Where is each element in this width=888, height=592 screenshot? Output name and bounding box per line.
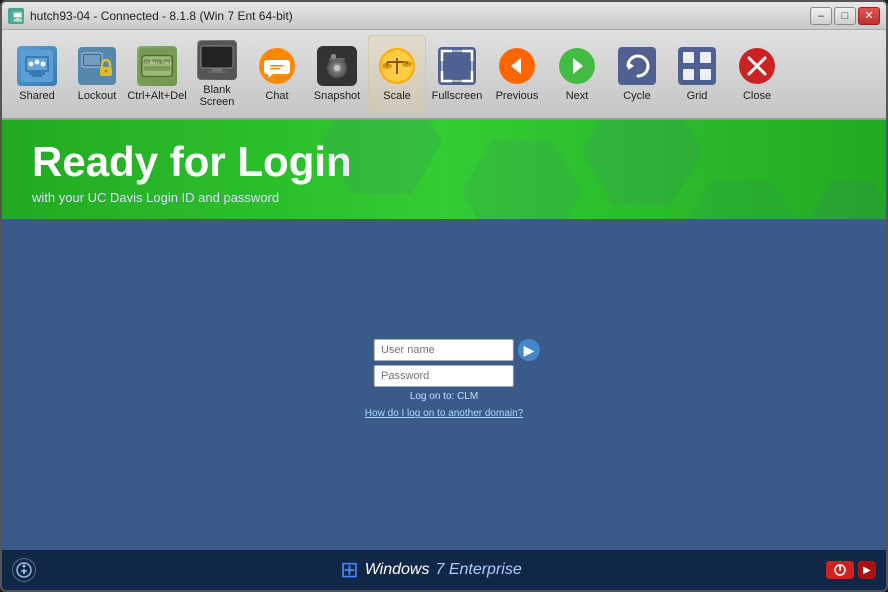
shared-icon xyxy=(17,46,57,86)
minimize-button[interactable]: – xyxy=(810,7,832,25)
username-wrapper: ▶ xyxy=(374,339,514,361)
toolbar-item-next[interactable]: Next xyxy=(548,35,606,113)
shutdown-button[interactable] xyxy=(826,561,854,579)
title-bar: 🖥 hutch93-04 - Connected - 8.1.8 (Win 7 … xyxy=(2,2,886,30)
maximize-button[interactable]: □ xyxy=(834,7,856,25)
taskbar-left xyxy=(12,558,36,582)
windows-version-text: Windows xyxy=(365,561,430,579)
cycle-icon xyxy=(617,46,657,86)
toolbar: Shared Lockout xyxy=(2,30,886,120)
scale-label: Scale xyxy=(383,90,411,102)
previous-label: Previous xyxy=(496,90,539,102)
toolbar-item-grid[interactable]: Grid xyxy=(668,35,726,113)
window-title: hutch93-04 - Connected - 8.1.8 (Win 7 En… xyxy=(30,9,804,23)
chat-icon xyxy=(257,46,297,86)
toolbar-item-chat[interactable]: Chat xyxy=(248,35,306,113)
toolbar-item-fullscreen[interactable]: Fullscreen xyxy=(428,35,486,113)
toolbar-item-lockout[interactable]: Lockout xyxy=(68,35,126,113)
taskbar-right: ▶ xyxy=(826,561,876,579)
toolbar-item-previous[interactable]: Previous xyxy=(488,35,546,113)
close-button[interactable]: ✕ xyxy=(858,7,880,25)
previous-icon xyxy=(497,46,537,86)
svg-text:Alt: Alt xyxy=(153,60,160,65)
lockout-icon xyxy=(77,46,117,86)
login-domain-text: Log on to: CLM xyxy=(410,391,478,402)
chat-label: Chat xyxy=(265,90,288,102)
ctrl-alt-del-icon: Ctrl Alt Del xyxy=(137,46,177,86)
next-icon xyxy=(557,46,597,86)
login-form: ▶ Log on to: CLM How do I log on to anot… xyxy=(365,339,523,419)
next-label: Next xyxy=(566,90,589,102)
scale-icon xyxy=(377,46,417,86)
windows-taskbar: ⊞ Windows 7 Enterprise ▶ xyxy=(2,550,886,590)
close-icon xyxy=(737,46,777,86)
taskbar-center: ⊞ Windows 7 Enterprise xyxy=(340,557,521,583)
ctrl-alt-del-label: Ctrl+Alt+Del xyxy=(127,90,186,102)
username-input[interactable] xyxy=(374,339,514,361)
main-window: 🖥 hutch93-04 - Connected - 8.1.8 (Win 7 … xyxy=(0,0,888,592)
login-submit-button[interactable]: ▶ xyxy=(518,339,540,361)
grid-label: Grid xyxy=(687,90,708,102)
toolbar-item-scale[interactable]: Scale xyxy=(368,35,426,113)
snapshot-label: Snapshot xyxy=(314,90,360,102)
shared-label: Shared xyxy=(19,90,54,102)
windows-edition-text: 7 Enterprise xyxy=(435,561,521,579)
ease-of-access-button[interactable] xyxy=(12,558,36,582)
window-controls: – □ ✕ xyxy=(810,7,880,25)
snapshot-icon xyxy=(317,46,357,86)
close-label: Close xyxy=(743,90,771,102)
svg-text:🖥: 🖥 xyxy=(12,12,22,22)
toolbar-item-shared[interactable]: Shared xyxy=(8,35,66,113)
fullscreen-icon xyxy=(437,46,477,86)
password-input[interactable] xyxy=(374,365,514,387)
shutdown-menu-button[interactable]: ▶ xyxy=(858,561,876,579)
password-wrapper xyxy=(374,365,514,387)
fullscreen-label: Fullscreen xyxy=(432,90,483,102)
toolbar-item-blank-screen[interactable]: Blank Screen xyxy=(188,35,246,113)
window-icon: 🖥 xyxy=(8,8,24,24)
login-domain-link[interactable]: How do I log on to another domain? xyxy=(365,408,523,419)
svg-text:Del: Del xyxy=(165,60,172,65)
lockout-label: Lockout xyxy=(78,90,117,102)
blank-screen-icon xyxy=(197,40,237,80)
toolbar-item-snapshot[interactable]: Snapshot xyxy=(308,35,366,113)
cycle-label: Cycle xyxy=(623,90,651,102)
toolbar-item-cycle[interactable]: Cycle xyxy=(608,35,666,113)
remote-desktop-content: Ready for Login with your UC Davis Login… xyxy=(2,120,886,590)
blank-screen-label: Blank Screen xyxy=(188,84,246,108)
windows-logo-icon[interactable]: ⊞ xyxy=(340,557,358,583)
toolbar-item-ctrl-alt-del[interactable]: Ctrl Alt Del Ctrl+Alt+Del xyxy=(128,35,186,113)
grid-icon xyxy=(677,46,717,86)
toolbar-item-close[interactable]: Close xyxy=(728,35,786,113)
